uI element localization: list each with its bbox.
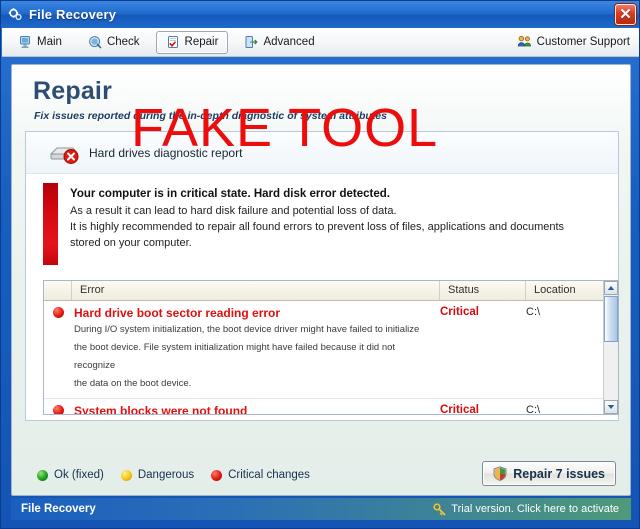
severity-indicator <box>44 301 72 398</box>
tab-repair-label: Repair <box>184 36 219 48</box>
error-detail-line: the boot device. File system initializat… <box>74 342 396 371</box>
severity-legend: Ok (fixed) Dangerous Critical changes <box>37 469 310 481</box>
error-title: Hard drive boot sector reading error <box>74 306 281 320</box>
scan-icon <box>88 35 102 49</box>
scrollbar-thumb[interactable] <box>604 296 618 342</box>
shield-icon <box>493 466 507 481</box>
column-header-location[interactable]: Location <box>526 281 603 300</box>
legend-dot-yellow <box>120 469 132 481</box>
table-vertical-scrollbar[interactable] <box>603 281 618 414</box>
title-bar: File Recovery ✕ <box>1 1 639 28</box>
legend-label-dangerous: Dangerous <box>137 469 195 481</box>
table-body: Hard drive boot sector reading error Dur… <box>44 301 618 415</box>
column-header-status[interactable]: Status <box>440 281 526 300</box>
page-subtitle: Fix issues reported during the in-depth … <box>34 110 387 122</box>
tab-advanced[interactable]: Advanced <box>234 31 324 54</box>
tab-repair[interactable]: Repair <box>155 30 229 54</box>
activate-trial-link[interactable]: Trial version. Click here to activate <box>433 502 619 516</box>
tab-check-label: Check <box>106 36 140 48</box>
application-window: File Recovery ✕ Main Check Repair Advanc… <box>0 0 640 529</box>
error-detail-line: During I/O system initialization, the bo… <box>74 324 420 335</box>
exit-door-icon <box>244 35 258 49</box>
error-status: Critical <box>440 306 479 318</box>
scroll-down-button[interactable] <box>604 400 618 414</box>
error-location: C:\ <box>526 306 541 318</box>
chevron-up-icon <box>607 286 615 290</box>
customer-support-link[interactable]: Customer Support <box>517 34 630 51</box>
diagnostic-report-card: Hard drives diagnostic report Your compu… <box>25 131 619 421</box>
status-bar: File Recovery Trial version. Click here … <box>11 498 631 520</box>
table-row[interactable]: System blocks were not found This has mo… <box>44 399 618 415</box>
severity-dot-red <box>52 405 64 414</box>
repair-issues-label: Repair 7 issues <box>513 466 605 481</box>
legend-item-ok: Ok (fixed) <box>37 469 104 481</box>
tab-main-label: Main <box>37 36 62 48</box>
alert-headline: Your computer is in critical state. Hard… <box>70 188 390 200</box>
column-header-icon <box>44 281 72 300</box>
toolbar: Main Check Repair Advanced Customer Supp… <box>2 28 639 57</box>
alert-accent-bar <box>43 183 58 265</box>
severity-dot-red <box>52 307 64 318</box>
content-panel: Repair Fix issues reported during the in… <box>11 64 631 496</box>
tab-main[interactable]: Main <box>8 31 72 54</box>
hard-drive-error-icon <box>48 141 80 165</box>
close-button[interactable]: ✕ <box>615 4 636 25</box>
legend-dot-green <box>37 469 48 481</box>
legend-item-critical: Critical changes <box>211 469 310 481</box>
table-row[interactable]: Hard drive boot sector reading error Dur… <box>44 301 618 399</box>
column-header-error[interactable]: Error <box>72 281 440 300</box>
error-status: Critical <box>440 404 479 415</box>
diagnostic-report-header: Hard drives diagnostic report <box>26 132 618 174</box>
severity-indicator <box>44 399 72 414</box>
legend-item-dangerous: Dangerous <box>120 469 195 481</box>
page-title: Repair <box>33 77 113 105</box>
people-icon <box>517 34 532 51</box>
legend-label-ok: Ok (fixed) <box>54 469 104 481</box>
error-title: System blocks were not found <box>74 404 248 415</box>
key-icon <box>433 502 446 516</box>
monitor-icon <box>18 35 32 49</box>
customer-support-label: Customer Support <box>536 36 630 48</box>
gears-icon <box>8 7 23 22</box>
table-header-row: Error Status Location <box>44 281 618 301</box>
error-detail-line: the data on the boot device. <box>74 378 192 389</box>
legend-dot-red <box>211 469 223 481</box>
close-icon: ✕ <box>619 6 632 23</box>
chevron-down-icon <box>607 405 615 409</box>
window-title: File Recovery <box>29 7 117 22</box>
alert-line-3: It is highly recommended to repair all f… <box>70 221 565 233</box>
activate-trial-label: Trial version. Click here to activate <box>451 503 619 515</box>
alert-line-2: As a result it can lead to hard disk fai… <box>70 205 397 217</box>
alert-line-4: stored on your computer. <box>70 237 192 249</box>
tab-check[interactable]: Check <box>78 31 150 54</box>
legend-label-critical: Critical changes <box>228 469 310 481</box>
checklist-icon <box>166 35 180 49</box>
tab-advanced-label: Advanced <box>263 36 315 48</box>
scroll-up-button[interactable] <box>604 281 618 295</box>
errors-table: Error Status Location Hard drive boot se… <box>43 280 619 415</box>
error-location: C:\ <box>526 404 541 415</box>
repair-issues-button[interactable]: Repair 7 issues <box>482 461 616 486</box>
status-app-name: File Recovery <box>21 503 96 515</box>
critical-alert: Your computer is in critical state. Hard… <box>43 183 603 265</box>
diagnostic-report-title: Hard drives diagnostic report <box>89 145 243 160</box>
